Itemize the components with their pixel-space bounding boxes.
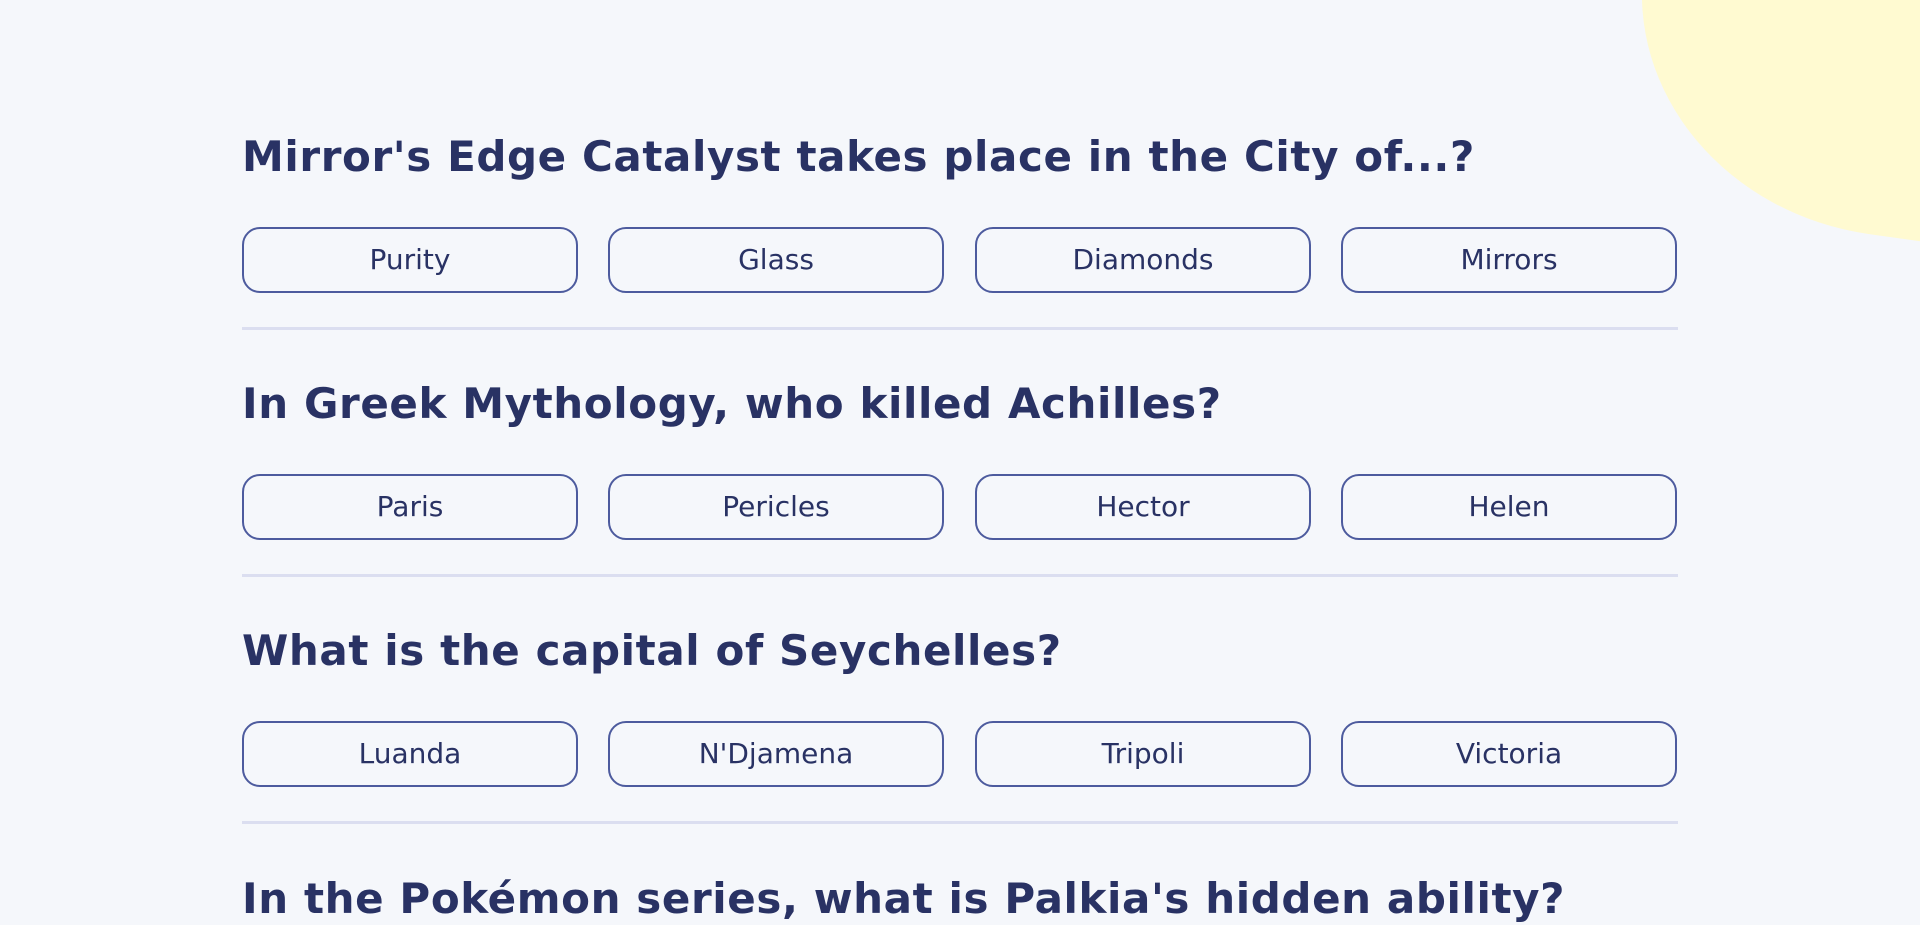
decorative-blob bbox=[1611, 0, 1920, 257]
question-title: In the Pokémon series, what is Palkia's … bbox=[242, 874, 1566, 923]
question-title: In Greek Mythology, who killed Achilles? bbox=[242, 379, 1222, 428]
answer-button-pericles[interactable]: Pericles bbox=[608, 474, 944, 540]
answer-options: Luanda N'Djamena Tripoli Victoria bbox=[242, 721, 1678, 787]
answer-button-helen[interactable]: Helen bbox=[1341, 474, 1677, 540]
answer-button-paris[interactable]: Paris bbox=[242, 474, 578, 540]
answer-button-glass[interactable]: Glass bbox=[608, 227, 944, 293]
answer-button-luanda[interactable]: Luanda bbox=[242, 721, 578, 787]
answer-button-purity[interactable]: Purity bbox=[242, 227, 578, 293]
answer-button-hector[interactable]: Hector bbox=[975, 474, 1311, 540]
question-title: What is the capital of Seychelles? bbox=[242, 626, 1062, 675]
answer-options: Purity Glass Diamonds Mirrors bbox=[242, 227, 1678, 293]
question-divider bbox=[242, 574, 1678, 577]
question-divider bbox=[242, 327, 1678, 330]
answer-options: Paris Pericles Hector Helen bbox=[242, 474, 1678, 540]
question-title: Mirror's Edge Catalyst takes place in th… bbox=[242, 132, 1475, 181]
answer-button-victoria[interactable]: Victoria bbox=[1341, 721, 1677, 787]
question-divider bbox=[242, 821, 1678, 824]
answer-button-tripoli[interactable]: Tripoli bbox=[975, 721, 1311, 787]
answer-button-ndjamena[interactable]: N'Djamena bbox=[608, 721, 944, 787]
answer-button-mirrors[interactable]: Mirrors bbox=[1341, 227, 1677, 293]
answer-button-diamonds[interactable]: Diamonds bbox=[975, 227, 1311, 293]
